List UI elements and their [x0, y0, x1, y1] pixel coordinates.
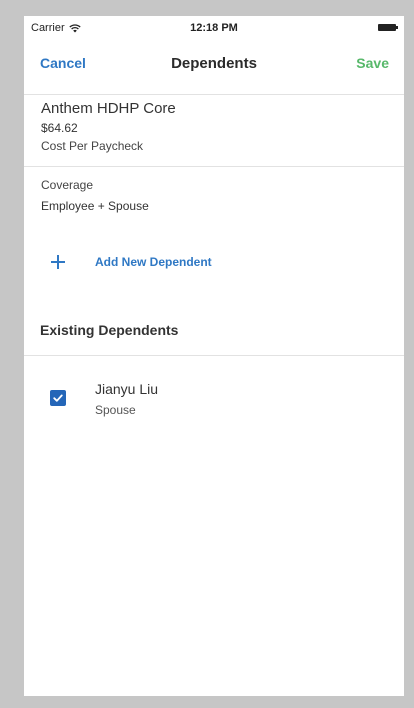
- nav-divider: [24, 94, 404, 95]
- existing-dependents-heading: Existing Dependents: [40, 322, 179, 338]
- plan-summary: Anthem HDHP Core $64.62 Cost Per Paychec…: [41, 100, 176, 153]
- save-button[interactable]: Save: [356, 55, 389, 71]
- dependent-checkbox[interactable]: [50, 390, 66, 406]
- plan-divider: [24, 166, 404, 167]
- checkmark-icon: [53, 394, 63, 402]
- add-dependent-label: Add New Dependent: [95, 255, 212, 269]
- plus-icon: [51, 255, 65, 269]
- navigation-bar: Cancel Dependents Save: [24, 51, 404, 77]
- page-title: Dependents: [171, 55, 257, 72]
- coverage-label: Coverage: [41, 178, 94, 192]
- app-screen: Carrier 12:18 PM Cancel Dependents Save …: [24, 16, 404, 696]
- status-time: 12:18 PM: [190, 22, 238, 34]
- section-divider: [24, 355, 404, 356]
- dependent-relationship: Spouse: [95, 403, 136, 417]
- plan-name: Anthem HDHP Core: [41, 100, 176, 117]
- dependent-name: Jianyu Liu: [95, 381, 159, 397]
- battery-icon: [378, 24, 398, 31]
- dependent-row[interactable]: Jianyu Liu Spouse: [24, 376, 404, 426]
- plan-cost-label: Cost Per Paycheck: [41, 139, 144, 153]
- status-bar: Carrier 12:18 PM: [24, 16, 404, 36]
- add-dependent-button[interactable]: Add New Dependent: [51, 255, 212, 269]
- device-frame: Carrier 12:18 PM Cancel Dependents Save …: [0, 0, 414, 708]
- plan-cost: $64.62: [41, 121, 78, 135]
- coverage-value: Employee + Spouse: [41, 199, 149, 213]
- coverage-section: Coverage Employee + Spouse: [41, 178, 149, 213]
